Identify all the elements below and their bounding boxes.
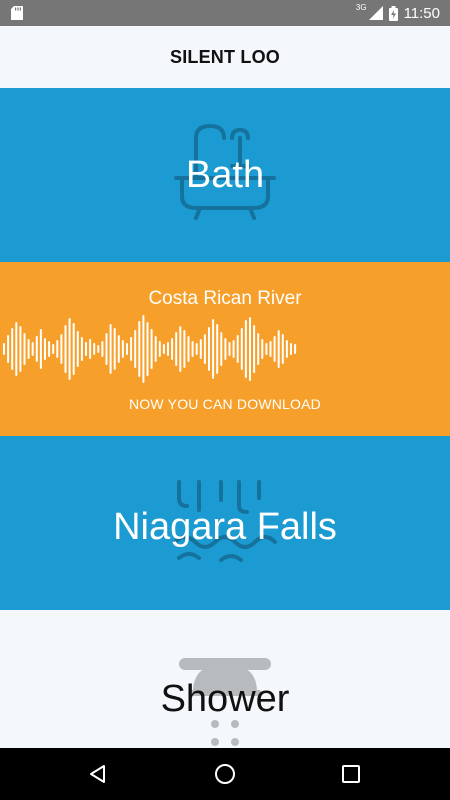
waveform-icon: [3, 315, 297, 383]
recents-icon: [342, 765, 360, 783]
home-icon: [215, 764, 235, 784]
app-bar: SILENT LOO: [0, 26, 450, 88]
sound-tile-bath[interactable]: Bath: [0, 88, 450, 262]
sound-tile-costa-rican-river[interactable]: Costa Rican River NOW YOU CAN DOWNLOAD: [0, 262, 450, 436]
battery-charging-icon: [388, 5, 398, 21]
shower-label: Shower: [160, 678, 290, 720]
sd-card-icon: [11, 6, 23, 20]
clock: 11:50: [403, 4, 440, 22]
network-type: 3G: [355, 2, 367, 12]
navigation-bar: [0, 748, 450, 800]
signal-icon: [368, 6, 383, 20]
niagara-falls-label: Niagara Falls: [113, 506, 337, 548]
download-notice: NOW YOU CAN DOWNLOAD: [129, 396, 321, 412]
status-bar: 3G 11:50: [0, 0, 450, 26]
back-icon: [90, 765, 105, 783]
river-title: Costa Rican River: [148, 288, 302, 309]
app-title: SILENT LOO: [170, 46, 280, 67]
back-button[interactable]: [68, 748, 128, 800]
home-button[interactable]: [195, 748, 255, 800]
sound-tile-shower[interactable]: Shower: [0, 610, 450, 748]
recents-button[interactable]: [321, 748, 381, 800]
bath-label: Bath: [185, 154, 265, 196]
sound-tile-niagara-falls[interactable]: Niagara Falls: [0, 436, 450, 610]
